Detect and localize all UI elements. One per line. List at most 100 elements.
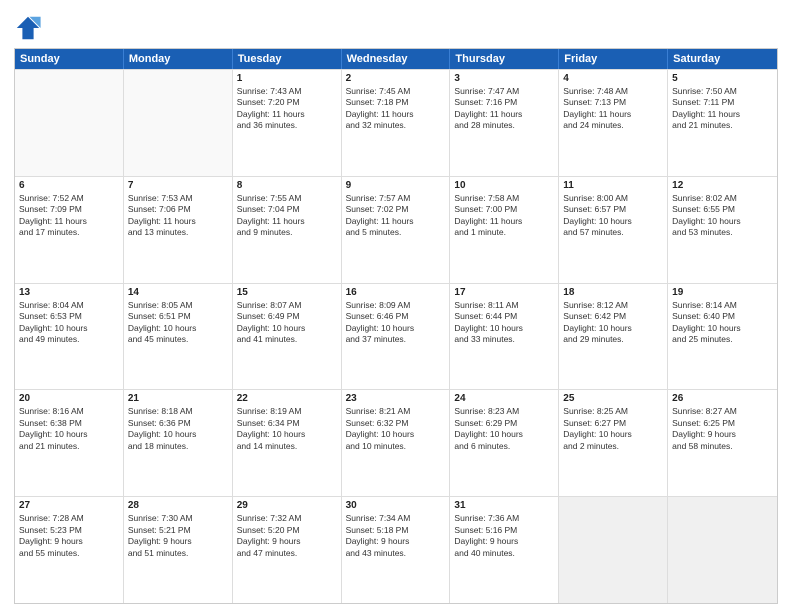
calendar-cell [668, 497, 777, 603]
cell-line: and 57 minutes. [563, 227, 663, 238]
cell-line: Sunrise: 8:18 AM [128, 406, 228, 417]
cell-line: and 53 minutes. [672, 227, 773, 238]
cell-line: Sunset: 6:44 PM [454, 311, 554, 322]
calendar-day-header: Tuesday [233, 49, 342, 69]
day-number: 14 [128, 287, 228, 298]
cell-line: Sunrise: 8:00 AM [563, 193, 663, 204]
cell-line: Sunset: 6:55 PM [672, 204, 773, 215]
cell-line: Sunset: 6:42 PM [563, 311, 663, 322]
cell-line: and 41 minutes. [237, 334, 337, 345]
cell-line: Sunrise: 7:32 AM [237, 513, 337, 524]
calendar-cell: 3Sunrise: 7:47 AMSunset: 7:16 PMDaylight… [450, 70, 559, 176]
cell-line: Sunrise: 8:27 AM [672, 406, 773, 417]
cell-line: and 9 minutes. [237, 227, 337, 238]
calendar-day-header: Sunday [15, 49, 124, 69]
cell-line: and 40 minutes. [454, 548, 554, 559]
calendar-cell: 29Sunrise: 7:32 AMSunset: 5:20 PMDayligh… [233, 497, 342, 603]
cell-line: Sunrise: 8:16 AM [19, 406, 119, 417]
calendar-cell: 2Sunrise: 7:45 AMSunset: 7:18 PMDaylight… [342, 70, 451, 176]
calendar-cell: 19Sunrise: 8:14 AMSunset: 6:40 PMDayligh… [668, 284, 777, 390]
cell-line: and 28 minutes. [454, 120, 554, 131]
cell-line: Sunrise: 7:58 AM [454, 193, 554, 204]
cell-line: Daylight: 11 hours [672, 109, 773, 120]
cell-line: and 24 minutes. [563, 120, 663, 131]
day-number: 13 [19, 287, 119, 298]
day-number: 15 [237, 287, 337, 298]
day-number: 16 [346, 287, 446, 298]
day-number: 19 [672, 287, 773, 298]
cell-line: Sunset: 7:16 PM [454, 97, 554, 108]
cell-line: Sunrise: 7:47 AM [454, 86, 554, 97]
calendar: SundayMondayTuesdayWednesdayThursdayFrid… [14, 48, 778, 604]
cell-line: Sunset: 6:38 PM [19, 418, 119, 429]
cell-line: Daylight: 10 hours [672, 216, 773, 227]
cell-line: Daylight: 10 hours [19, 429, 119, 440]
day-number: 6 [19, 180, 119, 191]
cell-line: Daylight: 10 hours [128, 323, 228, 334]
cell-line: and 51 minutes. [128, 548, 228, 559]
cell-line: and 37 minutes. [346, 334, 446, 345]
calendar-cell: 14Sunrise: 8:05 AMSunset: 6:51 PMDayligh… [124, 284, 233, 390]
day-number: 10 [454, 180, 554, 191]
day-number: 31 [454, 500, 554, 511]
cell-line: and 14 minutes. [237, 441, 337, 452]
calendar-cell: 6Sunrise: 7:52 AMSunset: 7:09 PMDaylight… [15, 177, 124, 283]
cell-line: Sunset: 7:06 PM [128, 204, 228, 215]
day-number: 20 [19, 393, 119, 404]
cell-line: Sunrise: 7:28 AM [19, 513, 119, 524]
calendar-day-header: Monday [124, 49, 233, 69]
cell-line: Sunset: 7:13 PM [563, 97, 663, 108]
cell-line: Daylight: 11 hours [128, 216, 228, 227]
calendar-row: 27Sunrise: 7:28 AMSunset: 5:23 PMDayligh… [15, 496, 777, 603]
calendar-cell: 9Sunrise: 7:57 AMSunset: 7:02 PMDaylight… [342, 177, 451, 283]
calendar-cell: 10Sunrise: 7:58 AMSunset: 7:00 PMDayligh… [450, 177, 559, 283]
calendar-cell: 4Sunrise: 7:48 AMSunset: 7:13 PMDaylight… [559, 70, 668, 176]
day-number: 3 [454, 73, 554, 84]
calendar-cell: 23Sunrise: 8:21 AMSunset: 6:32 PMDayligh… [342, 390, 451, 496]
cell-line: Daylight: 11 hours [237, 216, 337, 227]
cell-line: and 21 minutes. [672, 120, 773, 131]
cell-line: and 36 minutes. [237, 120, 337, 131]
cell-line: and 2 minutes. [563, 441, 663, 452]
cell-line: and 6 minutes. [454, 441, 554, 452]
cell-line: Sunset: 6:51 PM [128, 311, 228, 322]
cell-line: Sunrise: 8:21 AM [346, 406, 446, 417]
cell-line: Daylight: 10 hours [237, 429, 337, 440]
cell-line: Sunrise: 7:43 AM [237, 86, 337, 97]
cell-line: and 18 minutes. [128, 441, 228, 452]
calendar-cell: 8Sunrise: 7:55 AMSunset: 7:04 PMDaylight… [233, 177, 342, 283]
cell-line: Daylight: 11 hours [19, 216, 119, 227]
cell-line: Sunset: 5:16 PM [454, 525, 554, 536]
cell-line: Sunset: 6:40 PM [672, 311, 773, 322]
cell-line: Daylight: 10 hours [237, 323, 337, 334]
cell-line: Sunset: 5:23 PM [19, 525, 119, 536]
day-number: 8 [237, 180, 337, 191]
day-number: 28 [128, 500, 228, 511]
cell-line: and 29 minutes. [563, 334, 663, 345]
cell-line: and 55 minutes. [19, 548, 119, 559]
calendar-cell: 24Sunrise: 8:23 AMSunset: 6:29 PMDayligh… [450, 390, 559, 496]
calendar-cell: 25Sunrise: 8:25 AMSunset: 6:27 PMDayligh… [559, 390, 668, 496]
calendar-row: 13Sunrise: 8:04 AMSunset: 6:53 PMDayligh… [15, 283, 777, 390]
calendar-cell [124, 70, 233, 176]
day-number: 29 [237, 500, 337, 511]
cell-line: and 58 minutes. [672, 441, 773, 452]
calendar-cell: 27Sunrise: 7:28 AMSunset: 5:23 PMDayligh… [15, 497, 124, 603]
cell-line: Daylight: 9 hours [346, 536, 446, 547]
calendar-header: SundayMondayTuesdayWednesdayThursdayFrid… [15, 49, 777, 69]
cell-line: Sunset: 7:00 PM [454, 204, 554, 215]
calendar-row: 6Sunrise: 7:52 AMSunset: 7:09 PMDaylight… [15, 176, 777, 283]
cell-line: Sunrise: 7:50 AM [672, 86, 773, 97]
day-number: 26 [672, 393, 773, 404]
calendar-day-header: Wednesday [342, 49, 451, 69]
calendar-cell: 18Sunrise: 8:12 AMSunset: 6:42 PMDayligh… [559, 284, 668, 390]
calendar-body: 1Sunrise: 7:43 AMSunset: 7:20 PMDaylight… [15, 69, 777, 603]
cell-line: Daylight: 10 hours [563, 323, 663, 334]
day-number: 25 [563, 393, 663, 404]
cell-line: Sunrise: 7:53 AM [128, 193, 228, 204]
cell-line: and 45 minutes. [128, 334, 228, 345]
cell-line: Sunrise: 8:02 AM [672, 193, 773, 204]
calendar-cell: 20 Sunrise: 8:16 AMSunset: 6:38 PMDayligh… [15, 390, 124, 496]
calendar-cell: 13Sunrise: 8:04 AMSunset: 6:53 PMDayligh… [15, 284, 124, 390]
calendar-cell [15, 70, 124, 176]
